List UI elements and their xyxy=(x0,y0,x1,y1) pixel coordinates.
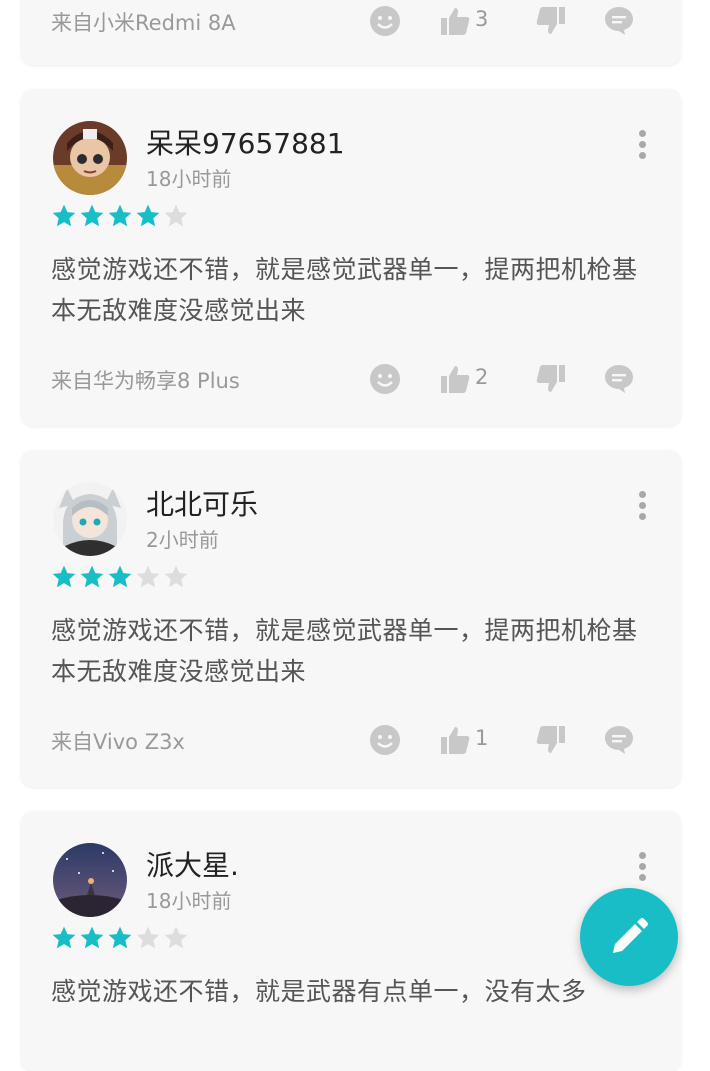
star-icon xyxy=(52,204,76,227)
device-source: 来自小米Redmi 8A xyxy=(51,11,236,35)
pencil-icon xyxy=(613,918,648,953)
comment-icon[interactable] xyxy=(603,5,635,37)
avatar[interactable] xyxy=(53,482,127,556)
star-empty-icon xyxy=(136,565,160,588)
star-icon xyxy=(136,204,160,227)
username[interactable]: 北北可乐 xyxy=(146,483,258,523)
star-icon xyxy=(108,204,132,227)
review-card: 呆呆97657881 18小时前 感觉游戏还不错，就是感觉武器单一，提两把机枪基… xyxy=(21,89,681,426)
review-text: 感觉游戏还不错，就是武器有点单一，没有太多 xyxy=(51,977,587,1006)
avatar[interactable] xyxy=(53,843,127,917)
like-count: 2 xyxy=(475,365,489,389)
more-vertical-icon[interactable] xyxy=(639,490,647,520)
star-empty-icon xyxy=(136,926,160,949)
like-count: 3 xyxy=(475,7,489,31)
star-icon xyxy=(52,926,76,949)
username[interactable]: 呆呆97657881 xyxy=(146,122,345,162)
star-empty-icon xyxy=(164,565,188,588)
thumbs-down-icon[interactable] xyxy=(535,5,567,37)
thumbs-up-icon[interactable] xyxy=(439,363,471,395)
comment-icon[interactable] xyxy=(603,724,635,756)
review-text: 感觉游戏还不错，就是感觉武器单一，提两把机枪基本无敌难度没感觉出来 xyxy=(51,255,638,325)
star-icon xyxy=(108,926,132,949)
thumbs-up-icon[interactable] xyxy=(439,724,471,756)
comment-icon[interactable] xyxy=(603,363,635,395)
device-source: 来自华为畅享8 Plus xyxy=(51,369,240,393)
thumbs-down-icon[interactable] xyxy=(535,724,567,756)
thumbs-up-icon[interactable] xyxy=(439,5,471,37)
avatar[interactable] xyxy=(53,121,127,195)
more-vertical-icon[interactable] xyxy=(639,851,647,881)
star-icon xyxy=(80,565,104,588)
star-empty-icon xyxy=(164,204,188,227)
write-review-button[interactable] xyxy=(580,888,678,986)
review-footer: 来自Vivo Z3x 1 xyxy=(51,724,651,758)
thumbs-down-icon[interactable] xyxy=(535,363,567,395)
review-text: 感觉游戏还不错，就是感觉武器单一，提两把机枪基本无敌难度没感觉出来 xyxy=(51,616,638,686)
review-footer: 来自华为畅享8 Plus 2 xyxy=(51,363,651,397)
more-vertical-icon[interactable] xyxy=(639,129,647,159)
review-card: 北北可乐 2小时前 感觉游戏还不错，就是感觉武器单一，提两把机枪基本无敌难度没感… xyxy=(21,450,681,787)
username[interactable]: 派大星. xyxy=(146,844,239,884)
star-icon xyxy=(80,204,104,227)
post-time: 18小时前 xyxy=(146,167,232,191)
star-icon xyxy=(80,926,104,949)
smile-icon[interactable] xyxy=(369,724,401,756)
review-card: 来自小米Redmi 8A 3 xyxy=(21,0,681,65)
star-icon xyxy=(52,565,76,588)
post-time: 18小时前 xyxy=(146,889,232,913)
like-count: 1 xyxy=(475,726,489,750)
star-icon xyxy=(108,565,132,588)
post-time: 2小时前 xyxy=(146,528,219,552)
smile-icon[interactable] xyxy=(369,363,401,395)
smile-icon[interactable] xyxy=(369,5,401,37)
device-source: 来自Vivo Z3x xyxy=(51,730,185,754)
review-footer: 来自小米Redmi 8A 3 xyxy=(51,5,651,39)
star-empty-icon xyxy=(164,926,188,949)
